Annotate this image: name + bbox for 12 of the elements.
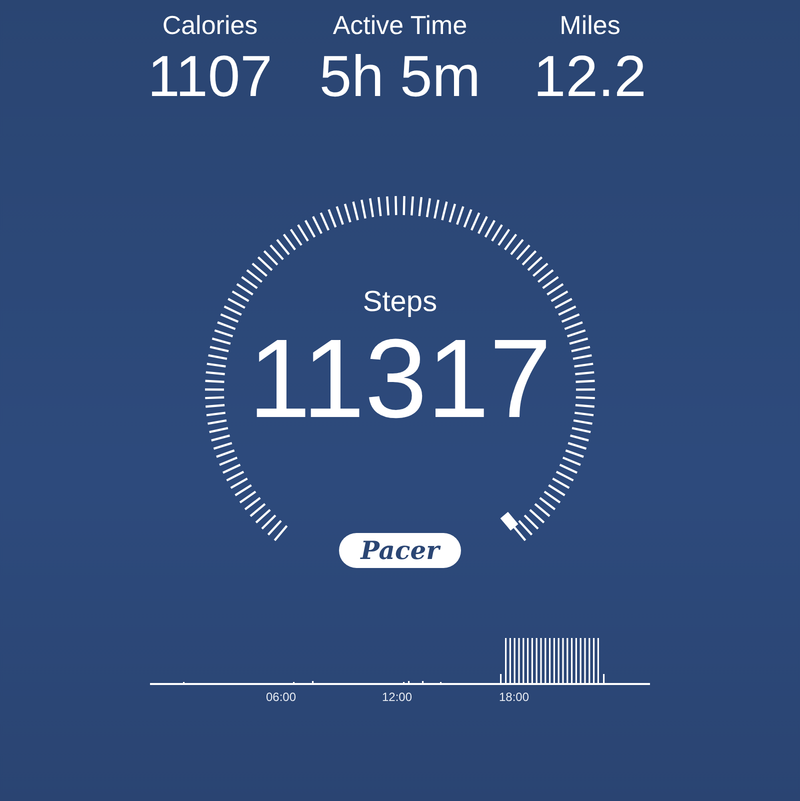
stat-label: Active Time — [332, 10, 468, 41]
steps-count: 11317 — [248, 319, 552, 439]
steps-label: Steps — [362, 286, 438, 319]
stat-label: Calories — [162, 10, 258, 41]
stat-value: 1107 — [148, 45, 272, 109]
time-label: 18:00 — [499, 690, 530, 704]
stat-value: 12.2 — [534, 45, 646, 109]
stat-value: 5h 5m — [319, 45, 481, 109]
time-label: 06:00 — [266, 690, 296, 704]
stat-label: Miles — [560, 10, 620, 41]
time-label: 12:00 — [382, 690, 412, 704]
logo: Pacer — [338, 533, 462, 568]
